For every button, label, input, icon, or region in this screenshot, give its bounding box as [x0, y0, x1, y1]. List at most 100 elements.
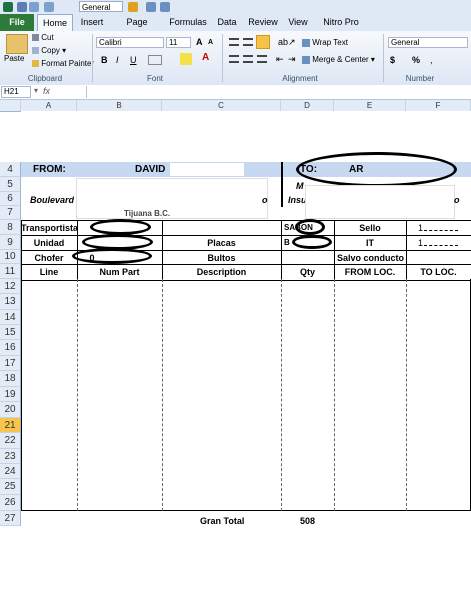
align-middle-icon[interactable]	[243, 38, 253, 46]
row-header-6[interactable]: 6	[0, 192, 21, 206]
align-right-icon[interactable]	[257, 55, 267, 63]
row-header-23[interactable]: 23	[0, 449, 21, 464]
undo-icon[interactable]	[29, 2, 39, 12]
row-header-8[interactable]: 8	[0, 220, 21, 235]
formula-input[interactable]	[86, 86, 471, 98]
row-header-13[interactable]: 13	[0, 294, 21, 310]
redaction	[305, 185, 455, 219]
column-header-d[interactable]: D	[281, 100, 334, 111]
number-format-combo[interactable]: General	[388, 37, 468, 48]
tab-file[interactable]: File	[0, 14, 34, 31]
save-icon[interactable]	[17, 2, 27, 12]
chofer-label: Chofer	[34, 253, 64, 263]
merge-center-button[interactable]: Merge & Center ▾	[302, 55, 375, 65]
row-header-19[interactable]: 19	[0, 387, 21, 402]
bold-button[interactable]: B	[101, 55, 108, 65]
comma-style-icon[interactable]: ,	[430, 55, 433, 65]
row-header-7[interactable]: 7	[0, 206, 21, 220]
transportista-label: Transportista	[21, 223, 77, 233]
underline-button[interactable]: U	[130, 55, 137, 65]
column-header-e[interactable]: E	[334, 100, 406, 111]
header-from-loc: FROM LOC.	[344, 267, 396, 277]
redaction	[76, 178, 268, 219]
font-name-combo[interactable]: Calibri	[96, 37, 164, 48]
row-header-20[interactable]: 20	[0, 402, 21, 418]
hand-drawn-oval	[292, 235, 332, 249]
name-box-dropdown-icon[interactable]: ▾	[34, 86, 38, 95]
tab-formulas[interactable]: Formulas	[168, 14, 208, 31]
select-all-corner[interactable]	[0, 100, 21, 111]
row-header-24[interactable]: 24	[0, 464, 21, 479]
column-header-a[interactable]: A	[21, 100, 77, 111]
row-header-15[interactable]: 15	[0, 325, 21, 340]
items-table-body	[21, 279, 471, 511]
column-header-b[interactable]: B	[77, 100, 162, 111]
clipboard-group-label: Clipboard	[27, 74, 63, 83]
font-color-button[interactable]: A	[202, 53, 209, 63]
tab-view[interactable]: View	[285, 14, 311, 31]
row-header-5[interactable]: 5	[0, 177, 21, 192]
align-left-icon[interactable]	[229, 55, 239, 63]
row-header-17[interactable]: 17	[0, 356, 21, 371]
row-header-26[interactable]: 26	[0, 495, 21, 511]
qat-style-combo[interactable]: General	[79, 1, 123, 12]
divider	[77, 279, 78, 511]
tab-insert[interactable]: Insert	[76, 14, 108, 31]
row-header-4[interactable]: 4	[0, 162, 21, 177]
unidad-label: Unidad	[33, 238, 65, 248]
wrap-icon	[302, 38, 310, 47]
currency-button[interactable]: $	[390, 55, 395, 65]
row-header-22[interactable]: 22	[0, 433, 21, 449]
paste-button[interactable]: Paste	[4, 54, 24, 64]
format-icon[interactable]	[146, 2, 156, 12]
font-size-combo[interactable]: 11	[166, 37, 191, 48]
align-center-icon[interactable]	[243, 55, 253, 63]
italic-button[interactable]: I	[116, 55, 119, 65]
tab-nitro[interactable]: Nitro Pro 10	[318, 14, 364, 44]
copy-button[interactable]: Copy ▾	[32, 46, 66, 56]
paste-icon[interactable]	[6, 34, 28, 54]
tab-page-layout[interactable]: Page Layout	[112, 14, 162, 44]
redo-icon[interactable]	[44, 2, 54, 12]
fill-color-button[interactable]	[180, 53, 192, 65]
align-top-icon[interactable]	[229, 38, 239, 46]
percent-button[interactable]: %	[412, 55, 420, 65]
row-header-10[interactable]: 10	[0, 250, 21, 264]
column-header-c[interactable]: C	[162, 100, 281, 111]
row-header-16[interactable]: 16	[0, 340, 21, 356]
fill-color-icon[interactable]	[128, 2, 138, 12]
from-label: FROM:	[33, 164, 66, 175]
redaction-dash	[424, 245, 458, 247]
row-header-14[interactable]: 14	[0, 310, 21, 325]
row-header-11[interactable]: 11	[0, 264, 21, 279]
format-painter-button[interactable]: Format Painter	[32, 59, 94, 69]
grow-font-button[interactable]: A	[196, 37, 203, 47]
tab-data[interactable]: Data	[214, 14, 240, 31]
name-box[interactable]: H21	[1, 86, 31, 98]
row-header-21[interactable]: 21	[0, 418, 21, 433]
orientation-icon[interactable]: ab↗	[278, 37, 296, 47]
hand-drawn-oval	[296, 152, 457, 187]
header-num-part: Num Part	[99, 267, 140, 277]
align-bottom-icon[interactable]	[256, 35, 270, 49]
borders-icon[interactable]	[148, 55, 162, 65]
row-header-18[interactable]: 18	[0, 371, 21, 387]
row-header-9[interactable]: 9	[0, 235, 21, 250]
decrease-indent-icon[interactable]: ⇤	[276, 54, 284, 64]
increase-indent-icon[interactable]: ⇥	[288, 54, 296, 64]
row-header-25[interactable]: 25	[0, 479, 21, 495]
tab-review[interactable]: Review	[247, 14, 279, 31]
shrink-font-button[interactable]: A	[208, 38, 213, 48]
from-to-divider	[281, 162, 283, 207]
wrap-text-button[interactable]: Wrap Text	[302, 38, 348, 48]
row-header-27[interactable]: 27	[0, 511, 21, 526]
cut-button[interactable]: Cut	[32, 33, 54, 43]
tab-home[interactable]: Home	[37, 14, 73, 31]
font-group-label: Font	[146, 74, 163, 83]
copy-label: Copy	[41, 46, 60, 55]
pdf-icon[interactable]	[160, 2, 170, 12]
fx-icon[interactable]: fx	[43, 86, 50, 96]
column-header-f[interactable]: F	[406, 100, 471, 111]
wrap-text-label: Wrap Text	[312, 38, 348, 47]
row-header-12[interactable]: 12	[0, 279, 21, 294]
